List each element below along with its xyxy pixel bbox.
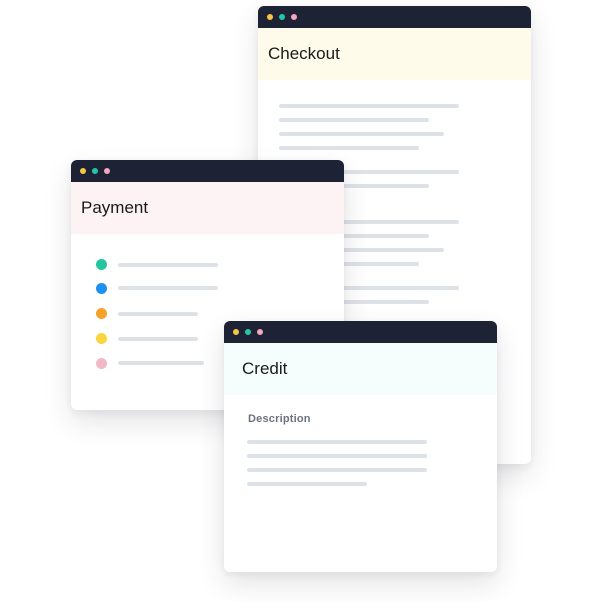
window-dot-yellow-icon [80,168,86,174]
illustration-stage: Checkout Payment Credit Description [0,0,602,602]
credit-window: Credit Description [224,321,497,572]
window-dot-yellow-icon [267,14,273,20]
skeleton-line [247,440,427,444]
skeleton-line [247,482,367,486]
skeleton-line [279,146,419,150]
payment-titlebar [71,160,344,182]
skeleton-line [279,104,459,108]
window-dot-pink-icon [104,168,110,174]
checkout-title: Checkout [258,28,531,80]
skeleton-line [279,132,444,136]
payment-title: Payment [71,182,344,234]
credit-title: Credit [224,343,497,395]
pink-dot-icon [96,358,107,369]
checkout-titlebar [258,6,531,28]
window-dot-teal-icon [279,14,285,20]
window-dot-teal-icon [92,168,98,174]
description-label: Description [248,413,311,425]
skeleton-line [118,337,198,341]
skeleton-line [247,468,427,472]
skeleton-line [279,118,429,122]
orange-dot-icon [96,308,107,319]
skeleton-line [118,361,204,365]
yellow-dot-icon [96,333,107,344]
window-dot-pink-icon [257,329,263,335]
skeleton-line [118,312,198,316]
blue-dot-icon [96,283,107,294]
skeleton-line [247,454,427,458]
window-dot-teal-icon [245,329,251,335]
skeleton-line [118,286,218,290]
window-dot-pink-icon [291,14,297,20]
skeleton-line [118,263,218,267]
window-dot-yellow-icon [233,329,239,335]
green-dot-icon [96,259,107,270]
credit-titlebar [224,321,497,343]
